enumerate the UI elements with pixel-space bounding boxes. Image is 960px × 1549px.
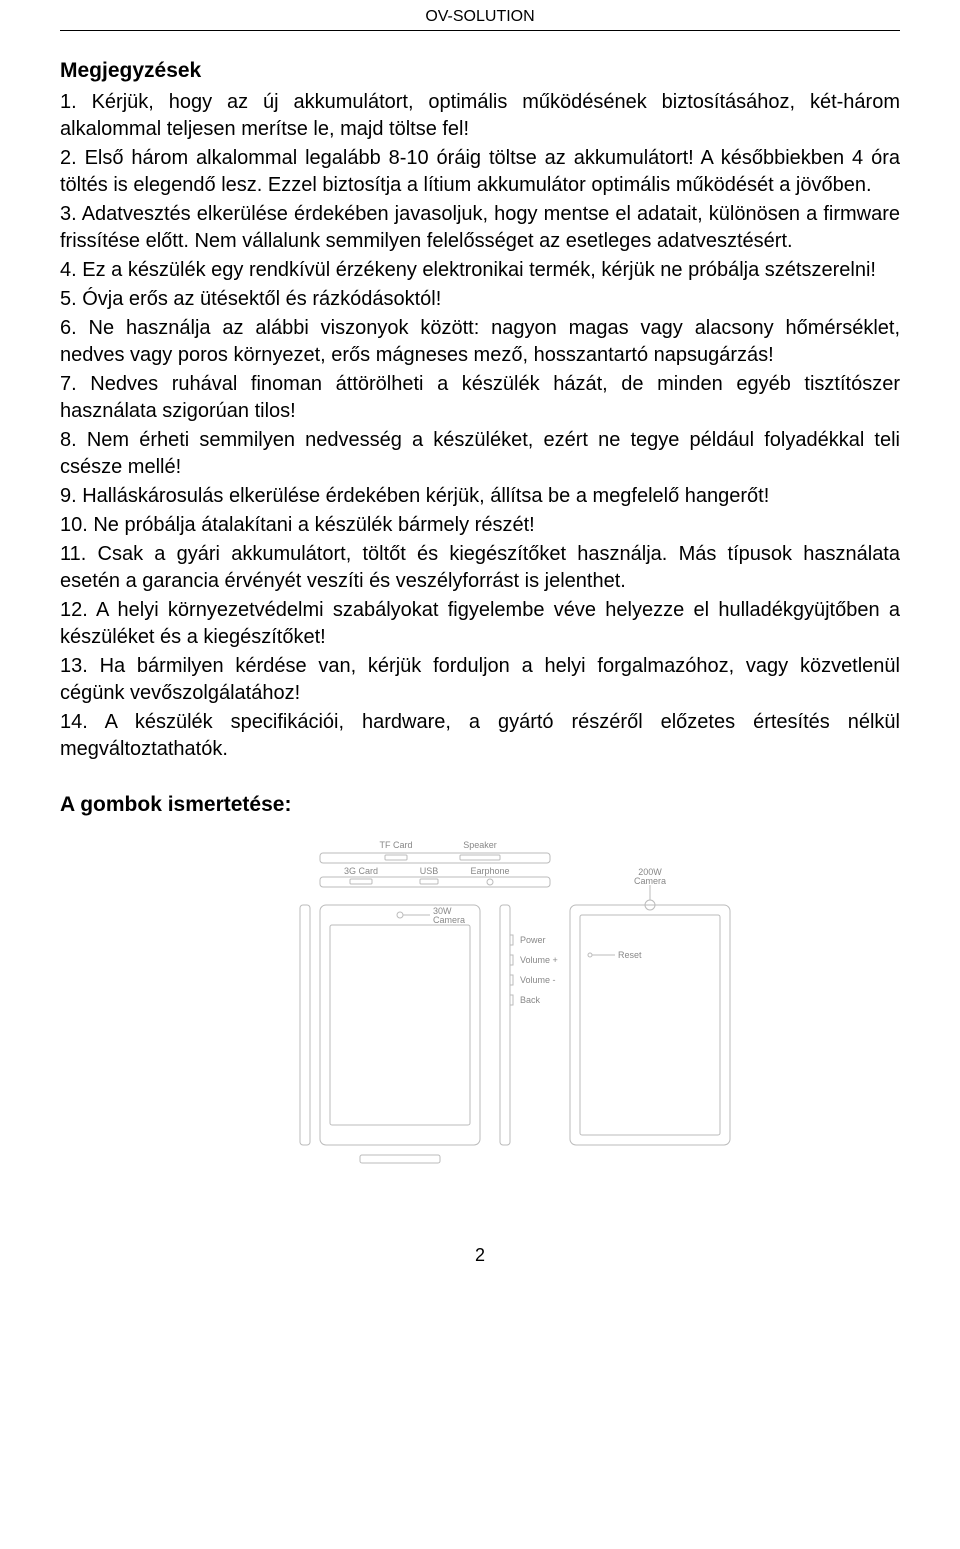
list-item: 11. Csak a gyári akkumulátort, töltőt és… (60, 541, 900, 595)
label-volume-minus: Volume - (520, 975, 556, 985)
notes-title: Megjegyzések (60, 59, 900, 83)
buttons-section-title: A gombok ismertetése: (60, 793, 900, 817)
label-usb: USB (420, 866, 439, 876)
label-volume-plus: Volume + (520, 955, 558, 965)
list-item: 5. Óvja erős az ütésektől és rázkódásokt… (60, 286, 900, 313)
list-item: 1. Kérjük, hogy az új akkumulátort, opti… (60, 89, 900, 143)
label-back: Back (520, 995, 541, 1005)
device-diagram-svg: .ln { stroke:#bbb; stroke-width:1; fill:… (220, 835, 740, 1205)
list-item: 14. A készülék specifikációi, hardware, … (60, 709, 900, 763)
label-reset: Reset (618, 950, 642, 960)
list-item: 2. Első három alkalommal legalább 8-10 ó… (60, 145, 900, 199)
label-3g-card: 3G Card (344, 866, 378, 876)
list-item: 7. Nedves ruhával finoman áttörölheti a … (60, 371, 900, 425)
label-power: Power (520, 935, 546, 945)
list-item: 8. Nem érheti semmilyen nedvesség a kész… (60, 427, 900, 481)
label-earphone: Earphone (470, 866, 509, 876)
list-item: 6. Ne használja az alábbi viszonyok közö… (60, 315, 900, 369)
list-item: 3. Adatvesztés elkerülése érdekében java… (60, 201, 900, 255)
device-diagram: .ln { stroke:#bbb; stroke-width:1; fill:… (60, 835, 900, 1205)
list-item: 12. A helyi környezetvédelmi szabályokat… (60, 597, 900, 651)
list-item: 13. Ha bármilyen kérdése van, kérjük for… (60, 653, 900, 707)
list-item: 10. Ne próbálja átalakítani a készülék b… (60, 512, 900, 539)
label-200w-camera-2: Camera (634, 876, 666, 886)
list-item: 4. Ez a készülék egy rendkívül érzékeny … (60, 257, 900, 284)
page-header: OV-SOLUTION (60, 0, 900, 31)
label-tf-card: TF Card (379, 840, 412, 850)
list-item: 9. Halláskárosulás elkerülése érdekében … (60, 483, 900, 510)
notes-list: 1. Kérjük, hogy az új akkumulátort, opti… (60, 89, 900, 763)
label-speaker: Speaker (463, 840, 497, 850)
page-number: 2 (60, 1245, 900, 1266)
label-30w-camera-2: Camera (433, 915, 465, 925)
